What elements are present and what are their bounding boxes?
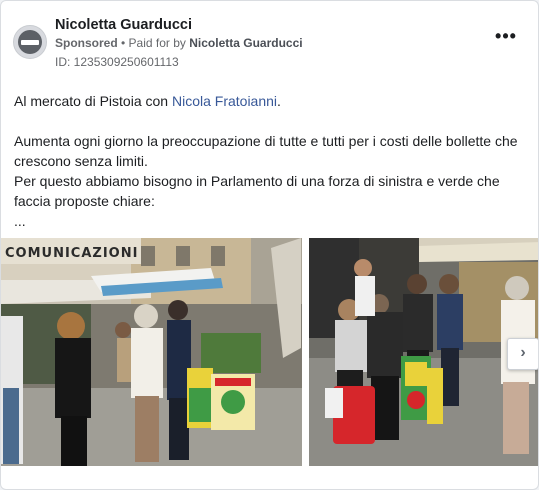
post-body: Al mercato di Pistoia con Nicola Fratoia…	[14, 91, 529, 231]
post-line-1-suffix: .	[277, 93, 281, 109]
post-line-1-prefix: Al mercato di Pistoia con	[14, 93, 172, 109]
more-options-button[interactable]: •••	[494, 27, 518, 49]
ad-card: Nicoletta Guarducci Sponsored • Paid for…	[0, 0, 539, 490]
market-scene-illustration: COMUNICAZIONI	[1, 238, 302, 466]
post-line-1: Al mercato di Pistoia con Nicola Fratoia…	[14, 91, 529, 111]
carousel-next-button[interactable]: ›	[507, 338, 538, 370]
paid-for-label: Paid for by	[128, 36, 190, 50]
post-ellipsis: ...	[14, 213, 26, 229]
page-avatar[interactable]	[13, 25, 47, 59]
sponsorship-line: Sponsored • Paid for by Nicoletta Guardu…	[55, 36, 303, 50]
avatar-bar	[21, 40, 39, 45]
post-para-2-line-2: crescono senza limiti.	[14, 153, 148, 169]
payer-name: Nicoletta Guarducci	[189, 36, 303, 50]
ad-id: ID: 1235309250601113	[55, 55, 179, 69]
campaign-stand-illustration	[309, 238, 538, 466]
shop-sign: COMUNICAZIONI	[5, 246, 138, 261]
post-para-3-line-2: faccia proposte chiare:	[14, 193, 155, 209]
mention-link[interactable]: Nicola Fratoianni	[172, 93, 277, 109]
meta-separator: •	[117, 36, 129, 50]
sponsored-label: Sponsored	[55, 36, 118, 50]
image-carousel: COMUNICAZIONI	[1, 238, 538, 468]
post-para-3-line-1: Per questo abbiamo bisogno in Parlamento…	[14, 173, 500, 189]
carousel-image-1[interactable]: COMUNICAZIONI	[1, 238, 302, 466]
carousel-image-2[interactable]	[309, 238, 538, 466]
page-name[interactable]: Nicoletta Guarducci	[55, 17, 192, 33]
ad-header: Nicoletta Guarducci Sponsored • Paid for…	[13, 15, 526, 71]
post-para-2-line-1: Aumenta ogni giorno la preoccupazione di…	[14, 133, 518, 149]
